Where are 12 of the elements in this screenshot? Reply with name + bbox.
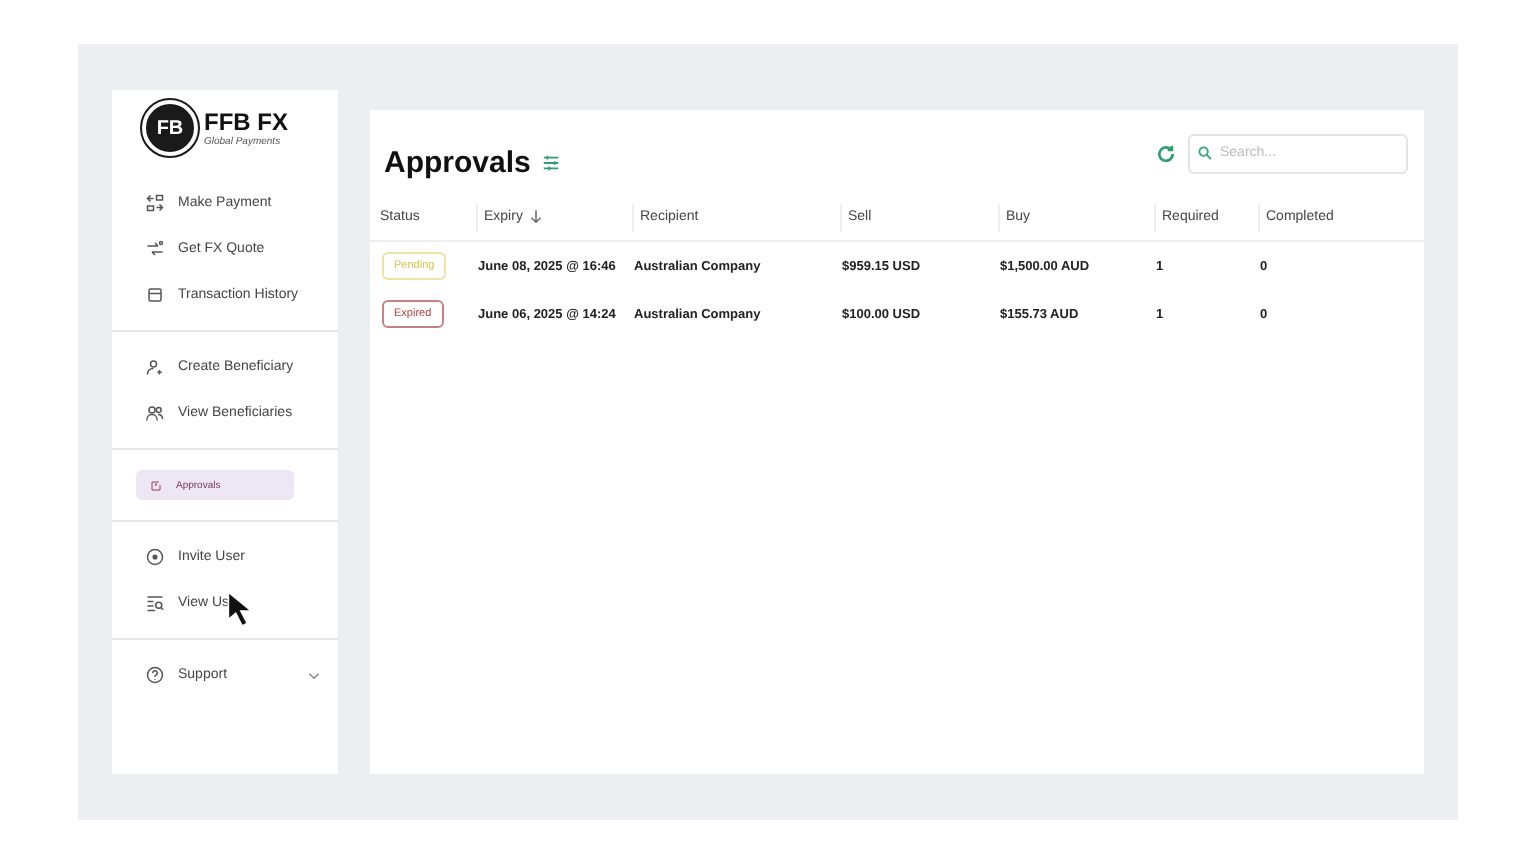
search-icon [1198, 145, 1212, 159]
sliders-icon[interactable] [542, 154, 561, 172]
page-title: Approvals [384, 146, 531, 180]
logo-badge: FB [142, 100, 198, 156]
list-search-icon [146, 594, 164, 612]
brand-name: FFB FX [204, 109, 288, 135]
swap-icon [146, 194, 164, 212]
users-icon [146, 404, 164, 422]
user-add-icon [146, 358, 164, 376]
refresh-icon[interactable] [1156, 143, 1176, 163]
help-icon [146, 666, 164, 684]
arrow-down-icon [530, 210, 543, 224]
